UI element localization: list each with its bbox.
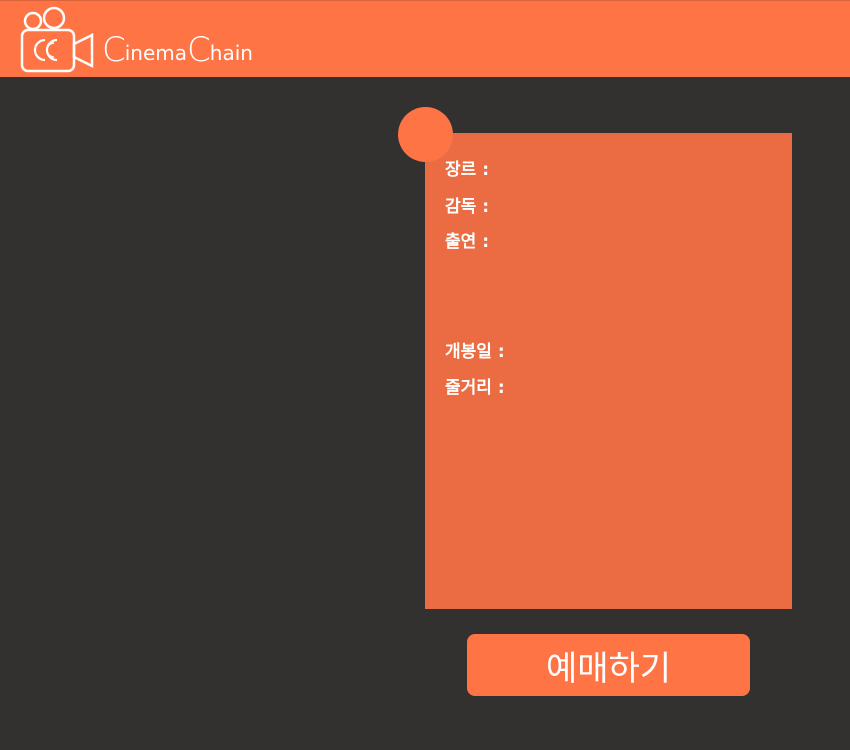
book-ticket-button[interactable]: 예매하기	[467, 634, 750, 696]
director-label: 감독 :	[445, 197, 489, 217]
synopsis-label: 줄거리 :	[445, 378, 505, 398]
logo[interactable]	[18, 5, 98, 75]
movie-camera-icon	[20, 6, 94, 73]
release-date-row: 개봉일 :	[445, 341, 509, 363]
genre-row: 장르 :	[445, 159, 493, 181]
brand-word-inema: inema	[124, 41, 188, 65]
brand-name[interactable]: C inema C hain	[102, 31, 253, 67]
movie-info-panel: 장르 : 감독 : 출연 : 개봉일 : 줄거리 :	[425, 133, 792, 609]
brand-initial-c: C	[102, 30, 126, 70]
cast-label: 출연 :	[445, 232, 489, 252]
brand-initial-c-2: C	[187, 30, 211, 70]
genre-label: 장르 :	[445, 160, 489, 180]
brand-word-hain: hain	[209, 41, 253, 65]
release-date-label: 개봉일 :	[445, 342, 505, 362]
synopsis-row: 줄거리 :	[445, 377, 509, 399]
director-row: 감독 :	[445, 196, 493, 218]
app-header: C inema C hain	[0, 0, 850, 77]
decorative-circle	[398, 107, 453, 162]
cast-row: 출연 :	[445, 231, 493, 253]
